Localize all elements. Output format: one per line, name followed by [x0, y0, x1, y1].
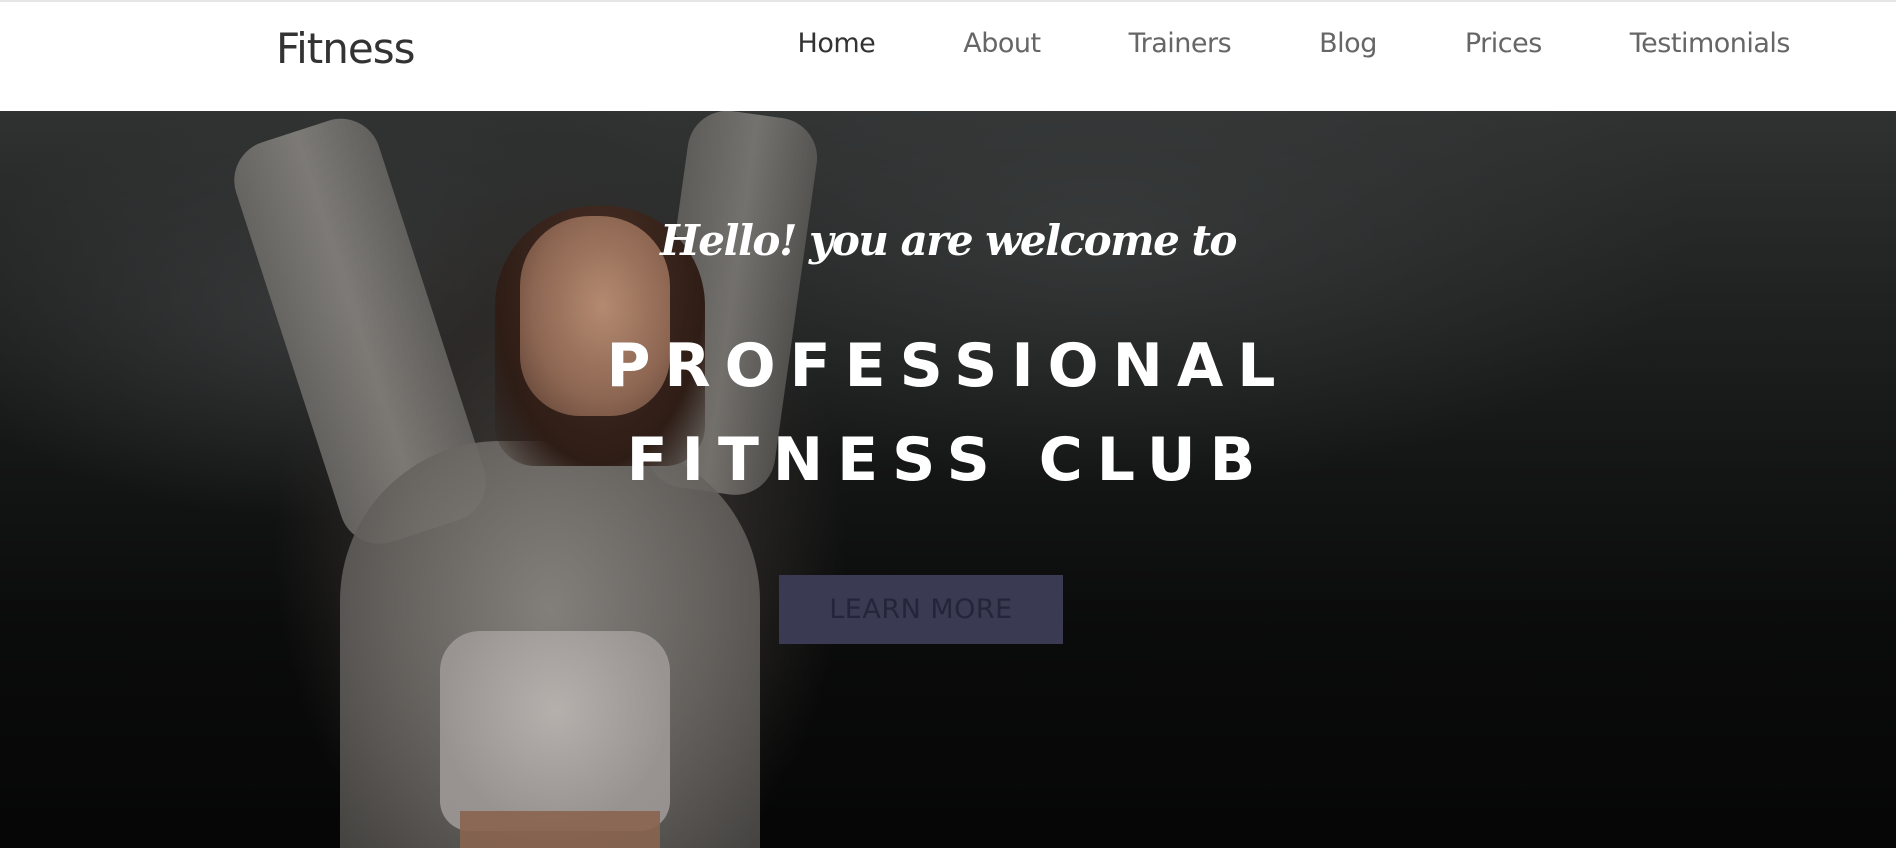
top-navbar: Fitness Home About Trainers Blog Prices …	[0, 0, 1896, 111]
photo-midriff	[460, 811, 660, 848]
hero-title-line-1: PROFESSIONAL	[606, 331, 1290, 401]
nav-link-home[interactable]: Home	[798, 28, 876, 59]
nav-link-prices[interactable]: Prices	[1465, 28, 1542, 59]
nav-link-blog[interactable]: Blog	[1319, 28, 1377, 59]
brand-logo[interactable]: Fitness	[276, 24, 415, 73]
nav-link-testimonials[interactable]: Testimonials	[1630, 28, 1791, 59]
nav-link-about[interactable]: About	[963, 28, 1041, 59]
hero-title-line-2: FITNESS CLUB	[626, 425, 1270, 495]
photo-sports-top	[440, 631, 670, 831]
nav-link-trainers[interactable]: Trainers	[1129, 28, 1232, 59]
main-navigation: Home About Trainers Blog Prices Testimon…	[798, 28, 1791, 59]
learn-more-button[interactable]: LEARN MORE	[779, 575, 1063, 644]
hero-greeting: Hello! you are welcome to	[660, 216, 1237, 265]
